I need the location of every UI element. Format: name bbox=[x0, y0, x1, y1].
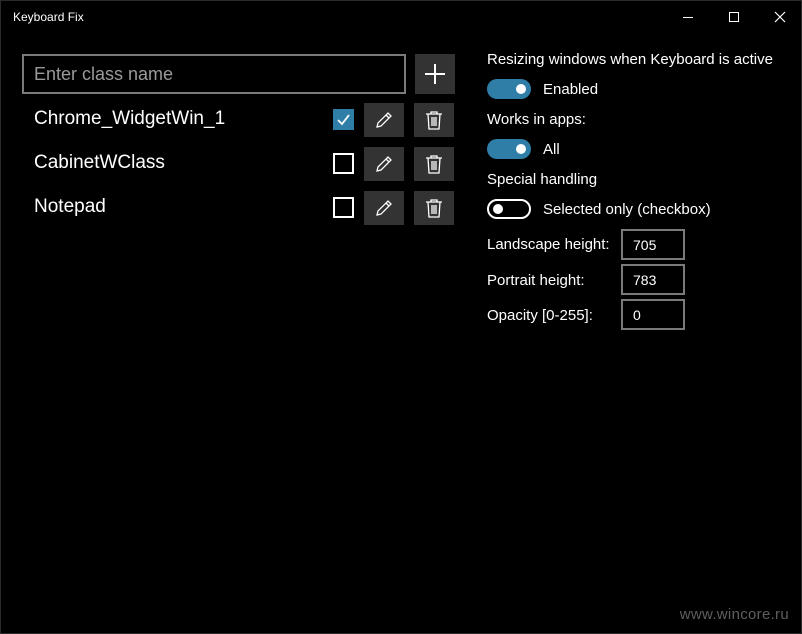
close-icon bbox=[774, 11, 786, 23]
class-list-item: Chrome_WidgetWin_1 bbox=[22, 103, 462, 137]
app-window: Keyboard Fix Chrome_WidgetWin_1 bbox=[0, 0, 802, 634]
landscape-height-label: Landscape height: bbox=[487, 236, 610, 253]
special-handling-toggle-text: Selected only (checkbox) bbox=[543, 201, 711, 218]
resizing-label: Resizing windows when Keyboard is active bbox=[487, 51, 773, 68]
toggle-knob bbox=[516, 144, 526, 154]
portrait-height-label: Portrait height: bbox=[487, 272, 585, 289]
special-handling-label: Special handling bbox=[487, 171, 598, 188]
opacity-label: Opacity [0-255]: bbox=[487, 307, 593, 324]
works-in-apps-label: Works in apps: bbox=[487, 111, 586, 128]
trash-icon bbox=[426, 111, 442, 130]
maximize-button[interactable] bbox=[711, 1, 757, 33]
trash-icon bbox=[426, 199, 442, 218]
class-list-item: Notepad bbox=[22, 191, 462, 225]
resizing-toggle[interactable] bbox=[487, 79, 531, 99]
resizing-toggle-text: Enabled bbox=[543, 81, 599, 98]
landscape-height-input[interactable] bbox=[621, 229, 685, 260]
pencil-icon bbox=[376, 112, 392, 128]
opacity-input[interactable] bbox=[621, 299, 685, 330]
maximize-icon bbox=[729, 12, 739, 22]
edit-class-button[interactable] bbox=[364, 147, 404, 181]
watermark: www.wincore.ru bbox=[679, 606, 789, 623]
class-name-label: Chrome_WidgetWin_1 bbox=[34, 108, 226, 129]
toggle-knob bbox=[516, 84, 526, 94]
class-name-label: Notepad bbox=[34, 196, 106, 217]
class-name-label: CabinetWClass bbox=[34, 152, 165, 173]
works-in-apps-toggle[interactable] bbox=[487, 139, 531, 159]
class-name-input[interactable] bbox=[22, 54, 406, 94]
title-bar[interactable]: Keyboard Fix bbox=[1, 1, 801, 33]
plus-icon bbox=[425, 64, 445, 84]
delete-class-button[interactable] bbox=[414, 147, 454, 181]
close-button[interactable] bbox=[757, 1, 802, 33]
edit-class-button[interactable] bbox=[364, 103, 404, 137]
minimize-button[interactable] bbox=[665, 1, 711, 33]
class-checkbox[interactable] bbox=[333, 153, 354, 174]
add-class-button[interactable] bbox=[415, 54, 455, 94]
edit-class-button[interactable] bbox=[364, 191, 404, 225]
delete-class-button[interactable] bbox=[414, 191, 454, 225]
toggle-knob bbox=[493, 204, 503, 214]
works-in-apps-toggle-text: All bbox=[543, 141, 560, 158]
class-list-item: CabinetWClass bbox=[22, 147, 462, 181]
class-checkbox[interactable] bbox=[333, 109, 354, 130]
delete-class-button[interactable] bbox=[414, 103, 454, 137]
special-handling-toggle[interactable] bbox=[487, 199, 531, 219]
pencil-icon bbox=[376, 200, 392, 216]
class-checkbox[interactable] bbox=[333, 197, 354, 218]
trash-icon bbox=[426, 155, 442, 174]
pencil-icon bbox=[376, 156, 392, 172]
minimize-icon bbox=[683, 16, 693, 18]
checkmark-icon bbox=[337, 114, 350, 126]
window-title: Keyboard Fix bbox=[13, 10, 84, 24]
portrait-height-input[interactable] bbox=[621, 264, 685, 295]
